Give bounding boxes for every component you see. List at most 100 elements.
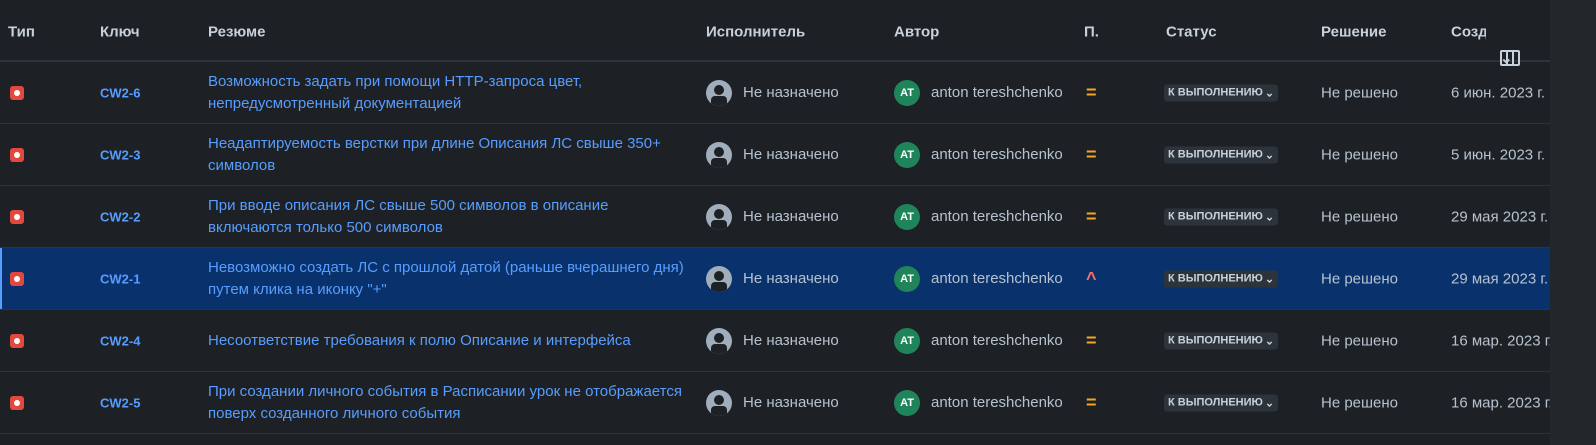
issue-summary-link[interactable]: При создании личного события в Расписани… bbox=[208, 381, 688, 425]
issue-summary-link[interactable]: При вводе описания ЛС свыше 500 символов… bbox=[208, 195, 688, 239]
status-dropdown[interactable]: К ВЫПОЛНЕНИЮ ⌄ bbox=[1164, 270, 1279, 287]
author-name: anton tereshchenko bbox=[931, 84, 1063, 101]
column-header-created[interactable]: Созд bbox=[1451, 24, 1488, 41]
author-cell[interactable]: AT anton tereshchenko bbox=[894, 265, 1063, 292]
issue-key-link[interactable]: CW2-3 bbox=[100, 147, 140, 162]
assignee-name: Не назначено bbox=[743, 332, 839, 349]
author-cell[interactable]: AT anton tereshchenko bbox=[894, 389, 1063, 416]
column-header-key[interactable]: Ключ bbox=[100, 24, 140, 41]
bug-icon[interactable] bbox=[10, 147, 24, 162]
assignee-name: Не назначено bbox=[743, 146, 839, 163]
column-header-assignee[interactable]: Исполнитель bbox=[706, 24, 805, 41]
resolution-value: Не решено bbox=[1321, 208, 1399, 225]
avatar: AT bbox=[894, 389, 920, 416]
assignee-cell[interactable]: Не назначено bbox=[706, 79, 839, 106]
unassigned-avatar-icon bbox=[706, 389, 732, 416]
table-row[interactable]: CW2-6 Возможность задать при помощи HTTP-… bbox=[0, 62, 1550, 124]
status-dropdown[interactable]: К ВЫПОЛНЕНИЮ ⌄ bbox=[1164, 208, 1279, 225]
column-header-type[interactable]: Тип bbox=[8, 24, 35, 41]
avatar: AT bbox=[894, 203, 920, 230]
avatar: AT bbox=[894, 141, 920, 168]
status-label: К ВЫПОЛНЕНИЮ bbox=[1168, 272, 1263, 285]
issue-summary-link[interactable]: Невозможно создать ЛС с прошлой датой (р… bbox=[208, 257, 688, 301]
bug-icon[interactable] bbox=[10, 395, 24, 410]
unassigned-avatar-icon bbox=[706, 79, 732, 106]
created-date: 6 июн. 2023 г. bbox=[1451, 84, 1546, 101]
table-row[interactable]: CW2-3 Неадаптируемость верстки при длине … bbox=[0, 124, 1550, 186]
created-date: 29 мая 2023 г. bbox=[1451, 270, 1549, 287]
created-date: 16 мар. 2023 г. bbox=[1451, 332, 1553, 349]
issue-summary-link[interactable]: Неадаптируемость верстки при длине Описа… bbox=[208, 133, 688, 177]
assignee-cell[interactable]: Не назначено bbox=[706, 203, 839, 230]
assignee-cell[interactable]: Не назначено bbox=[706, 389, 839, 416]
scroll-area[interactable] bbox=[1550, 0, 1596, 445]
author-cell[interactable]: AT anton tereshchenko bbox=[894, 141, 1063, 168]
issue-key-link[interactable]: CW2-5 bbox=[100, 395, 140, 410]
table-body: CW2-6 Возможность задать при помощи HTTP-… bbox=[0, 62, 1553, 434]
column-header-author[interactable]: Автор bbox=[894, 24, 939, 41]
issue-key-link[interactable]: CW2-4 bbox=[100, 333, 140, 348]
status-dropdown[interactable]: К ВЫПОЛНЕНИЮ ⌄ bbox=[1164, 84, 1279, 101]
status-label: К ВЫПОЛНЕНИЮ bbox=[1168, 396, 1263, 409]
status-label: К ВЫПОЛНЕНИЮ bbox=[1168, 334, 1263, 347]
column-header-status[interactable]: Статус bbox=[1166, 24, 1217, 41]
column-header-priority[interactable]: П. bbox=[1084, 24, 1099, 41]
chevron-down-icon: ⌄ bbox=[1264, 87, 1275, 99]
issue-summary-link[interactable]: Несоответствие требования к полю Описани… bbox=[208, 330, 688, 352]
unassigned-avatar-icon bbox=[706, 327, 732, 354]
issue-key-link[interactable]: CW2-6 bbox=[100, 85, 140, 100]
assignee-name: Не назначено bbox=[743, 270, 839, 287]
assignee-cell[interactable]: Не назначено bbox=[706, 327, 839, 354]
issue-key-link[interactable]: CW2-1 bbox=[100, 271, 140, 286]
status-dropdown[interactable]: К ВЫПОЛНЕНИЮ ⌄ bbox=[1164, 146, 1279, 163]
status-dropdown[interactable]: К ВЫПОЛНЕНИЮ ⌄ bbox=[1164, 332, 1279, 349]
column-header-resolution[interactable]: Решение bbox=[1321, 24, 1386, 41]
unassigned-avatar-icon bbox=[706, 141, 732, 168]
avatar: AT bbox=[894, 79, 920, 106]
column-header-summary[interactable]: Резюме bbox=[208, 24, 265, 41]
unassigned-avatar-icon bbox=[706, 265, 732, 292]
created-date: 16 мар. 2023 г. bbox=[1451, 394, 1553, 411]
table-row[interactable]: CW2-5 При создании личного события в Расп… bbox=[0, 372, 1553, 434]
resolution-value: Не решено bbox=[1321, 146, 1399, 163]
status-label: К ВЫПОЛНЕНИЮ bbox=[1168, 86, 1263, 99]
table-row[interactable]: CW2-1 Невозможно создать ЛС с прошлой дат… bbox=[0, 248, 1550, 310]
priority-icon: = bbox=[1086, 330, 1097, 350]
table-header: Тип Ключ Резюме Исполнитель Автор П. Ста… bbox=[0, 0, 1550, 67]
chevron-down-icon: ⌄ bbox=[1264, 211, 1275, 223]
priority-icon: = bbox=[1086, 82, 1097, 102]
issues-table: Тип Ключ Резюме Исполнитель Автор П. Ста… bbox=[0, 0, 1553, 434]
assignee-cell[interactable]: Не назначено bbox=[706, 141, 839, 168]
assignee-cell[interactable]: Не назначено bbox=[706, 265, 839, 292]
avatar: AT bbox=[894, 265, 920, 292]
created-date: 29 мая 2023 г. bbox=[1451, 208, 1549, 225]
author-name: anton tereshchenko bbox=[931, 270, 1063, 287]
column-picker-button[interactable]: ⌄ bbox=[1486, 26, 1542, 67]
chevron-down-icon: ⌄ bbox=[1264, 273, 1275, 285]
created-date: 5 июн. 2023 г. bbox=[1451, 146, 1546, 163]
bug-icon[interactable] bbox=[10, 85, 24, 100]
author-name: anton tereshchenko bbox=[931, 208, 1063, 225]
status-dropdown[interactable]: К ВЫПОЛНЕНИЮ ⌄ bbox=[1164, 394, 1279, 411]
issue-key-link[interactable]: CW2-2 bbox=[100, 209, 140, 224]
priority-icon: = bbox=[1086, 392, 1097, 412]
status-label: К ВЫПОЛНЕНИЮ bbox=[1168, 148, 1263, 161]
chevron-down-icon: ⌄ bbox=[1264, 149, 1275, 161]
author-cell[interactable]: AT anton tereshchenko bbox=[894, 203, 1063, 230]
priority-icon: = bbox=[1086, 144, 1097, 164]
resolution-value: Не решено bbox=[1321, 84, 1399, 101]
chevron-down-icon: ⌄ bbox=[1264, 397, 1275, 409]
resolution-value: Не решено bbox=[1321, 394, 1399, 411]
table-row[interactable]: CW2-4 Несоответствие требования к полю Оп… bbox=[0, 310, 1553, 372]
bug-icon[interactable] bbox=[10, 209, 24, 224]
issue-summary-link[interactable]: Возможность задать при помощи HTTP-запро… bbox=[208, 71, 688, 115]
priority-icon: = bbox=[1086, 206, 1097, 226]
avatar: AT bbox=[894, 327, 920, 354]
assignee-name: Не назначено bbox=[743, 84, 839, 101]
author-cell[interactable]: AT anton tereshchenko bbox=[894, 327, 1063, 354]
author-cell[interactable]: AT anton tereshchenko bbox=[894, 79, 1063, 106]
table-row[interactable]: CW2-2 При вводе описания ЛС свыше 500 сим… bbox=[0, 186, 1550, 248]
bug-icon[interactable] bbox=[10, 333, 24, 348]
author-name: anton tereshchenko bbox=[931, 394, 1063, 411]
bug-icon[interactable] bbox=[10, 271, 24, 286]
